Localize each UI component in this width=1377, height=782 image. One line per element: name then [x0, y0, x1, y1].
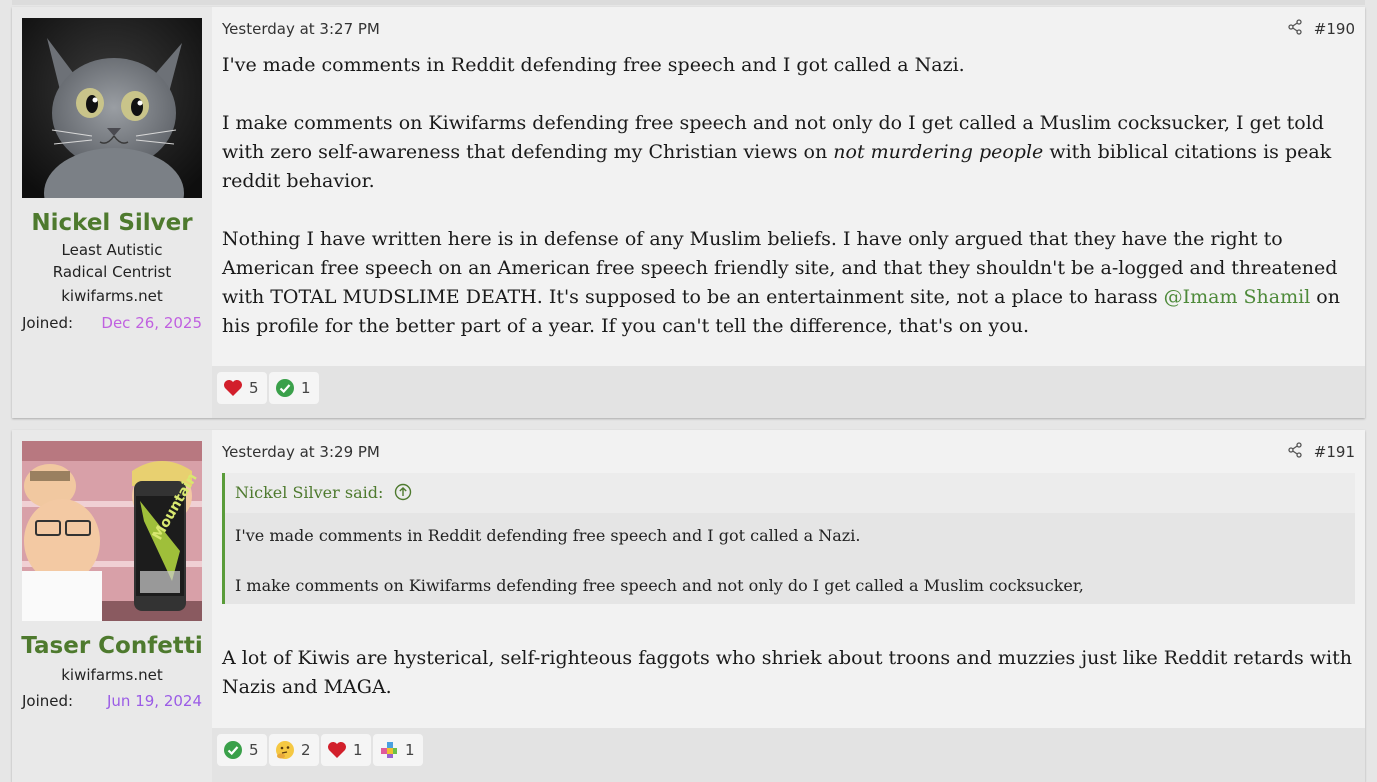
heart-icon: [328, 742, 346, 758]
user-mention-link[interactable]: @Imam Shamil: [1164, 286, 1311, 308]
joined-date: Jun 19, 2024: [106, 692, 202, 710]
reaction-check[interactable]: 1: [269, 372, 319, 404]
user-site: kiwifarms.net: [61, 287, 163, 305]
reaction-count: 2: [301, 741, 311, 759]
reactions-bar: 5 2 1 1: [212, 728, 1365, 782]
cartoon-avatar-image: Mountain: [22, 441, 202, 621]
quote-author[interactable]: Nickel Silver said:: [235, 483, 383, 502]
quote-line: I've made comments in Reddit defending f…: [235, 526, 861, 545]
reaction-thinking[interactable]: 2: [269, 734, 319, 766]
heart-icon: [224, 380, 242, 396]
thinking-icon: [276, 741, 294, 759]
avatar[interactable]: Mountain: [22, 441, 202, 621]
reaction-heart[interactable]: 1: [321, 734, 371, 766]
post-number[interactable]: #191: [1314, 443, 1355, 461]
puzzle-icon: [381, 742, 397, 758]
username[interactable]: Nickel Silver: [12, 210, 212, 236]
joined-label: Joined:: [22, 314, 74, 332]
reaction-puzzle[interactable]: 1: [373, 734, 423, 766]
share-icon[interactable]: [1287, 442, 1303, 462]
reaction-count: 1: [353, 741, 363, 759]
paragraph: A lot of Kiwis are hysterical, self-righ…: [222, 647, 1352, 698]
username[interactable]: Taser Confetti: [12, 633, 212, 659]
post-body: I've made comments in Reddit defending f…: [222, 51, 1345, 370]
user-pane: Mountain Taser Confetti kiwifarms.net Jo…: [12, 430, 212, 782]
reaction-count: 1: [301, 379, 311, 397]
previous-post-edge: [12, 0, 1365, 5]
emphasis-text: not murdering people: [833, 141, 1044, 163]
user-site: kiwifarms.net: [61, 666, 163, 684]
reaction-count: 1: [405, 741, 415, 759]
user-pane: Nickel Silver Least Autistic Radical Cen…: [12, 7, 212, 418]
post-main: Yesterday at 3:29 PM #191 Nickel Silver …: [212, 430, 1365, 782]
post-main: Yesterday at 3:27 PM #190 I've made comm…: [212, 7, 1365, 418]
post-body: A lot of Kiwis are hysterical, self-righ…: [222, 644, 1355, 731]
joined-label: Joined:: [22, 692, 74, 710]
joined-date: Dec 26, 2025: [101, 314, 202, 332]
reaction-count: 5: [249, 379, 259, 397]
avatar[interactable]: [22, 18, 202, 198]
post-timestamp[interactable]: Yesterday at 3:27 PM: [222, 20, 380, 38]
reaction-heart[interactable]: 5: [217, 372, 267, 404]
cat-avatar-image: [22, 18, 202, 198]
paragraph: Nothing I have written here is in defens…: [222, 228, 1340, 337]
quote-line: I make comments on Kiwifarms defending f…: [235, 576, 1084, 595]
reactions-bar: 5 1: [212, 366, 1365, 418]
post-191: Mountain Taser Confetti kiwifarms.net Jo…: [12, 430, 1365, 782]
check-icon: [276, 379, 294, 397]
quote-block: Nickel Silver said: I've made comments i…: [222, 473, 1355, 604]
share-icon[interactable]: [1287, 19, 1303, 39]
quote-header[interactable]: Nickel Silver said:: [225, 473, 1355, 513]
post-number[interactable]: #190: [1314, 20, 1355, 38]
reaction-check[interactable]: 5: [217, 734, 267, 766]
paragraph: I make comments on Kiwifarms defending f…: [222, 112, 1332, 192]
quote-content: I've made comments in Reddit defending f…: [225, 513, 1355, 598]
post-timestamp[interactable]: Yesterday at 3:29 PM: [222, 443, 380, 461]
post-190: Nickel Silver Least Autistic Radical Cen…: [12, 7, 1365, 418]
check-icon: [224, 741, 242, 759]
user-title: Least Autistic Radical Centrist: [52, 241, 172, 281]
reaction-count: 5: [249, 741, 259, 759]
paragraph: I've made comments in Reddit defending f…: [222, 54, 965, 76]
arrow-up-circle-icon[interactable]: [394, 483, 412, 501]
